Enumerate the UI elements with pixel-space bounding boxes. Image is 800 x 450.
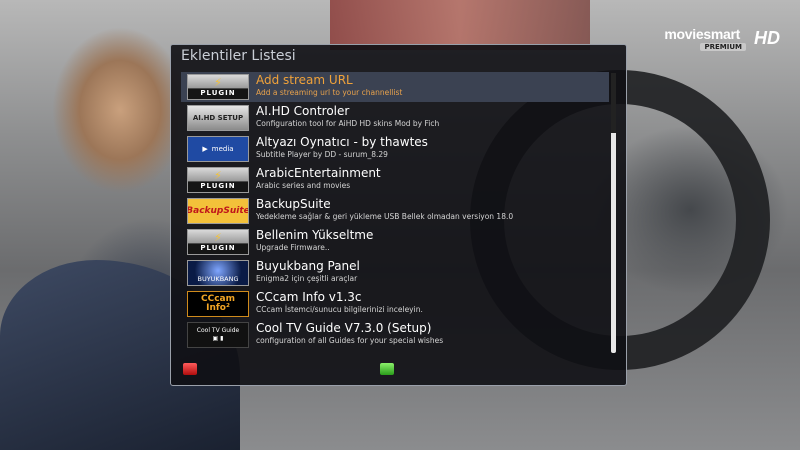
item-title: CCcam Info v1.3c [256, 290, 362, 304]
cool-tv-guide-icon: Cool TV Guide ▣ ▮ [187, 322, 249, 348]
list-item[interactable]: ⚡ PLUGIN ArabicEntertainment Arabic seri… [181, 165, 609, 195]
list-scrollbar[interactable] [611, 73, 616, 353]
item-title: Altyazı Oynatıcı - by thawtes [256, 135, 428, 149]
scrollbar-thumb[interactable] [611, 73, 616, 133]
list-item[interactable]: Cool TV Guide ▣ ▮ Cool TV Guide V7.3.0 (… [181, 320, 609, 350]
item-description: Enigma2 için çeşitli araçlar [256, 274, 358, 283]
list-item[interactable]: ▶ media Altyazı Oynatıcı - by thawtes Su… [181, 134, 609, 164]
aihd-setup-icon: AI.HD SETUP [187, 105, 249, 131]
media-player-icon: ▶ media [187, 136, 249, 162]
item-description: Add a streaming url to your channellist [256, 88, 403, 97]
plugin-list: ⚡ PLUGIN Add stream URL Add a streaming … [181, 72, 613, 359]
plugin-icon: ⚡ PLUGIN [187, 74, 249, 100]
list-item[interactable]: ⚡ PLUGIN Add stream URL Add a streaming … [181, 72, 609, 102]
list-item[interactable]: ⚡ PLUGIN Bellenim Yükseltme Upgrade Firm… [181, 227, 609, 257]
plugin-icon: ⚡ PLUGIN [187, 167, 249, 193]
buyukbang-icon: BUYUKBANG [187, 260, 249, 286]
channel-logo-hd: HD [754, 28, 780, 48]
item-description: Upgrade Firmware.. [256, 243, 330, 252]
plugin-list-window: Eklentiler Listesi ⚡ PLUGIN Add stream U… [170, 44, 627, 386]
item-title: Buyukbang Panel [256, 259, 360, 273]
list-item[interactable]: BackupSuite BackupSuite Yedekleme sağlar… [181, 196, 609, 226]
item-title: ArabicEntertainment [256, 166, 381, 180]
item-description: Yedekleme sağlar & geri yükleme USB Bell… [256, 212, 514, 221]
green-button[interactable] [380, 363, 394, 375]
channel-logo-premium: PREMIUM [700, 43, 746, 51]
item-description: Subtitle Player by DD - surum_8.29 [256, 150, 388, 159]
channel-logo-name: moviesmart [664, 26, 740, 42]
red-button[interactable] [183, 363, 197, 375]
item-description: configuration of all Guides for your spe… [256, 336, 444, 345]
item-title: BackupSuite [256, 197, 331, 211]
background-detail [330, 0, 590, 50]
item-title: Bellenim Yükseltme [256, 228, 374, 242]
item-description: CCcam İstemci/sunucu bilgilerinizi incel… [256, 305, 423, 314]
window-title: Eklentiler Listesi [181, 48, 296, 64]
plugin-icon: ⚡ PLUGIN [187, 229, 249, 255]
channel-logo: moviesmart HD PREMIUM [660, 24, 780, 51]
cccam-info-icon: CCcam Info² [187, 291, 249, 317]
item-description: Configuration tool for AiHD HD skins Mod… [256, 119, 440, 128]
backupsuite-icon: BackupSuite [187, 198, 249, 224]
list-item[interactable]: AI.HD SETUP AI.HD Controler Configuratio… [181, 103, 609, 133]
item-title: Add stream URL [256, 73, 353, 87]
list-item[interactable]: BUYUKBANG Buyukbang Panel Enigma2 için ç… [181, 258, 609, 288]
item-description: Arabic series and movies [256, 181, 351, 190]
item-title: AI.HD Controler [256, 104, 350, 118]
list-item[interactable]: CCcam Info² CCcam Info v1.3c CCcam İstem… [181, 289, 609, 319]
item-title: Cool TV Guide V7.3.0 (Setup) [256, 321, 432, 335]
